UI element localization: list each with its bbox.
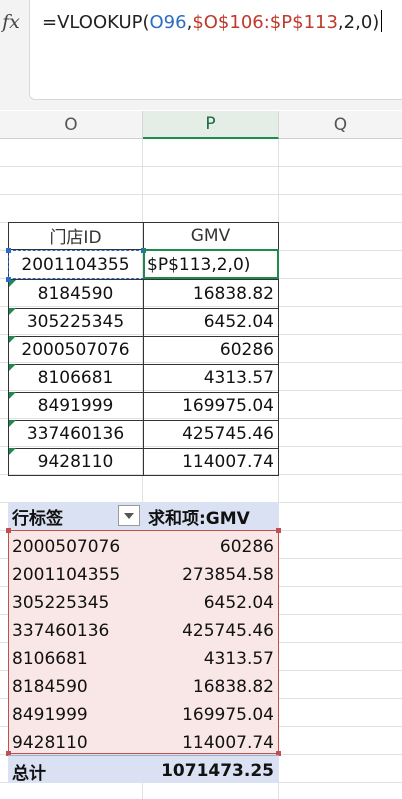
source-row-3-id[interactable]: 305225345 bbox=[8, 308, 143, 336]
pivot-row-3-value[interactable]: 6452.04 bbox=[143, 589, 278, 617]
chevron-down-icon bbox=[124, 512, 134, 519]
pivot-row-8-value[interactable]: 114007.74 bbox=[143, 729, 278, 757]
pivot-total-label[interactable]: 总计 bbox=[12, 757, 46, 785]
pivot-row-4-value[interactable]: 425745.46 bbox=[143, 617, 278, 645]
formula-func: =VLOOKUP( bbox=[42, 12, 150, 33]
source-row-2-id[interactable]: 8184590 bbox=[8, 280, 143, 308]
text-cursor bbox=[381, 10, 383, 32]
source-row-4-gmv[interactable]: 60286 bbox=[143, 336, 278, 364]
source-row-3-gmv[interactable]: 6452.04 bbox=[143, 308, 278, 336]
pivot-row-4-label[interactable]: 337460136 bbox=[12, 617, 109, 645]
active-cell[interactable] bbox=[143, 249, 279, 279]
pivot-row-6-label[interactable]: 8184590 bbox=[12, 673, 88, 701]
filter-dropdown-button[interactable] bbox=[118, 505, 140, 526]
pivot-total-value[interactable]: 1071473.25 bbox=[143, 757, 278, 785]
source-row-6-id[interactable]: 8491999 bbox=[8, 392, 143, 420]
source-row-7-id[interactable]: 337460136 bbox=[8, 420, 143, 448]
reference-handle[interactable] bbox=[6, 248, 11, 253]
pivot-row-7-value[interactable]: 169975.04 bbox=[143, 701, 278, 729]
pivot-row-8-label[interactable]: 9428110 bbox=[12, 729, 88, 757]
error-indicator-icon[interactable] bbox=[9, 364, 16, 371]
range-handle[interactable] bbox=[6, 528, 11, 533]
source-row-5-id[interactable]: 8106681 bbox=[8, 364, 143, 392]
error-indicator-icon[interactable] bbox=[9, 392, 16, 399]
formula-input[interactable]: =VLOOKUP(O96,$O$106:$P$113,2,0) bbox=[29, 0, 402, 100]
pivot-row-5-value[interactable]: 4313.57 bbox=[143, 645, 278, 673]
pivot-row-6-value[interactable]: 16838.82 bbox=[143, 673, 278, 701]
source-row-8-id[interactable]: 9428110 bbox=[8, 448, 143, 476]
source-row-5-gmv[interactable]: 4313.57 bbox=[143, 364, 278, 392]
pivot-row-5-label[interactable]: 8106681 bbox=[12, 645, 88, 673]
formula-ref-o96: O96 bbox=[149, 12, 187, 33]
function-icon[interactable]: fx bbox=[0, 0, 22, 44]
source-row-4-id[interactable]: 2000507076 bbox=[8, 336, 143, 364]
formula-tail: ,2,0) bbox=[337, 12, 380, 33]
formula-reference-highlight bbox=[8, 250, 144, 279]
pivot-row-2-value[interactable]: 273854.58 bbox=[143, 561, 278, 589]
source-row-7-gmv[interactable]: 425745.46 bbox=[143, 420, 278, 448]
error-indicator-icon[interactable] bbox=[9, 336, 16, 343]
formula-bar: fx =VLOOKUP(O96,$O$106:$P$113,2,0) bbox=[0, 0, 402, 110]
error-indicator-icon[interactable] bbox=[9, 420, 16, 427]
error-indicator-icon[interactable] bbox=[9, 308, 16, 315]
column-header-o[interactable]: O bbox=[0, 111, 143, 139]
reference-handle[interactable] bbox=[6, 277, 11, 282]
header-store-id[interactable]: 门店ID bbox=[8, 222, 143, 249]
pivot-row-7-label[interactable]: 8491999 bbox=[12, 701, 88, 729]
source-row-6-gmv[interactable]: 169975.04 bbox=[143, 392, 278, 420]
pivot-row-2-label[interactable]: 2001104355 bbox=[12, 561, 120, 589]
error-indicator-icon[interactable] bbox=[9, 448, 16, 455]
source-row-2-gmv[interactable]: 16838.82 bbox=[143, 280, 278, 308]
column-header-q[interactable]: Q bbox=[279, 111, 402, 139]
pivot-row-3-label[interactable]: 305225345 bbox=[12, 589, 109, 617]
pivot-row-1-label[interactable]: 2000507076 bbox=[12, 533, 120, 561]
pivot-row-label-header[interactable]: 行标签 bbox=[12, 502, 63, 530]
header-gmv[interactable]: GMV bbox=[143, 222, 278, 249]
pivot-value-header[interactable]: 求和项:GMV bbox=[148, 502, 250, 530]
source-row-8-gmv[interactable]: 114007.74 bbox=[143, 448, 278, 476]
formula-ref-range: $O$106:$P$113 bbox=[192, 12, 338, 33]
column-header-p[interactable]: P bbox=[143, 111, 279, 139]
pivot-row-1-value[interactable]: 60286 bbox=[143, 533, 278, 561]
